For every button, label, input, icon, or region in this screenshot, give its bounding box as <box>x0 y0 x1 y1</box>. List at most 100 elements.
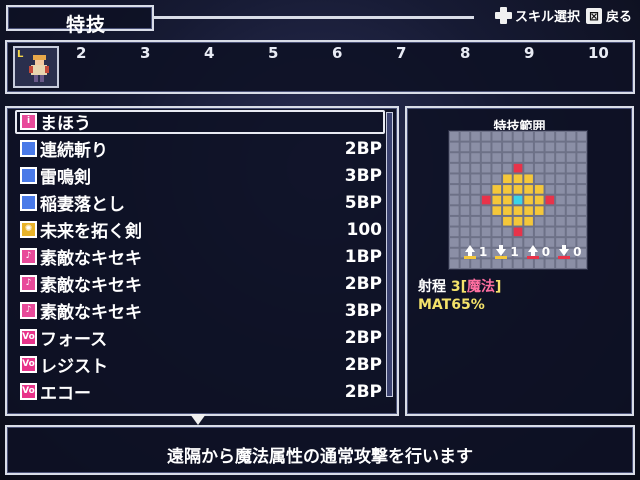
range-cell <box>524 185 533 194</box>
range-cell <box>460 142 470 152</box>
range-cell <box>534 163 544 173</box>
skill-row[interactable]: ♪ 素敵なキセキ 3BP <box>16 297 384 324</box>
skill-name: フォース <box>40 330 108 350</box>
range-cell <box>566 227 576 237</box>
party-slot-4[interactable]: 4 <box>204 44 214 62</box>
voice-icon: Vo <box>20 329 37 346</box>
range-cell <box>513 132 523 141</box>
range-cell <box>481 216 491 226</box>
stat-value: 65% <box>451 297 485 313</box>
range-cell <box>450 227 459 237</box>
range-cell <box>481 195 491 205</box>
range-value: 3 <box>450 279 461 295</box>
skill-row[interactable]: Vo フォース 2BP <box>16 324 384 351</box>
range-cell <box>556 259 565 268</box>
party-slot-3[interactable]: 3 <box>140 44 150 62</box>
range-cell <box>471 142 480 152</box>
skill-row[interactable]: ♪ 素敵なキセキ 2BP <box>16 270 384 297</box>
range-cell <box>513 142 523 152</box>
range-cell <box>513 174 523 184</box>
skill-description: 遠隔から魔法属性の通常攻撃を行います <box>167 447 473 467</box>
range-cell <box>566 259 576 268</box>
range-cell <box>534 216 544 226</box>
range-cell <box>566 132 576 141</box>
yellow-up-arrow-icon <box>464 245 476 259</box>
control-hints: スキル選択 ⊠ 戻る <box>494 6 632 25</box>
skill-row[interactable]: ♪ 素敵なキセキ 1BP <box>16 243 384 270</box>
skill-row[interactable]: Vo エコー 2BP <box>16 378 384 405</box>
party-slot-2[interactable]: 2 <box>76 44 86 62</box>
range-cell <box>513 195 523 205</box>
mat-stat: MAT65% <box>418 297 485 313</box>
range-cell <box>450 153 459 162</box>
range-cell <box>503 153 512 162</box>
range-cell <box>566 206 576 215</box>
range-cell <box>534 185 544 194</box>
party-bar: L 2 3 4 5 6 7 8 9 10 <box>5 40 635 94</box>
skill-name: エコー <box>40 384 91 404</box>
gold-emblem-icon: ✺ <box>20 221 37 238</box>
range-cell <box>460 163 470 173</box>
dpad-icon <box>494 7 512 24</box>
range-cell <box>556 195 565 205</box>
skill-row[interactable]: ⅰ まほう <box>16 108 384 135</box>
skill-row[interactable]: 雷鳴剣 3BP <box>16 162 384 189</box>
range-cell <box>492 163 502 173</box>
party-slot-6[interactable]: 6 <box>332 44 342 62</box>
party-slot-1[interactable]: L <box>13 46 59 88</box>
range-cell <box>503 132 512 141</box>
range-cell <box>481 163 491 173</box>
skill-row[interactable]: 稲妻落とし 5BP <box>16 189 384 216</box>
range-cell <box>471 163 480 173</box>
party-slot-5[interactable]: 5 <box>268 44 278 62</box>
skill-cost: 3BP <box>344 165 382 186</box>
red-down-arrow-icon <box>558 245 571 259</box>
range-cell <box>545 163 555 173</box>
range-cell <box>471 206 480 215</box>
range-cell <box>513 227 523 237</box>
skill-name: 稲妻落とし <box>40 195 125 215</box>
yellow-down-arrow-icon <box>495 245 508 259</box>
skill-row[interactable]: ✺ 未来を拓く剣 100 <box>16 216 384 243</box>
skill-name: 素敵なキセキ <box>40 276 142 296</box>
skill-row[interactable]: Vo レジスト 2BP <box>16 351 384 378</box>
range-cell <box>460 206 470 215</box>
range-cell <box>524 142 533 152</box>
party-slot-7[interactable]: 7 <box>396 44 406 62</box>
range-cell <box>471 174 480 184</box>
range-cell <box>577 259 586 268</box>
title-divider <box>154 16 474 19</box>
range-cell <box>524 206 533 215</box>
range-cell <box>450 216 459 226</box>
leader-badge: L <box>17 49 24 60</box>
range-cell <box>513 153 523 162</box>
skill-select-hint: スキル選択 <box>514 10 580 25</box>
skill-cost: 2BP <box>344 138 382 159</box>
range-cell <box>545 142 555 152</box>
range-cell <box>471 185 480 194</box>
range-cell <box>450 185 459 194</box>
range-cell <box>450 142 459 152</box>
range-cell <box>450 238 459 247</box>
party-slot-9[interactable]: 9 <box>524 44 534 62</box>
skill-cost: 2BP <box>344 327 382 348</box>
range-cell <box>556 206 565 215</box>
range-cell <box>566 185 576 194</box>
range-cell <box>492 185 502 194</box>
page-title: 特技 <box>66 14 107 36</box>
range-cell <box>513 216 523 226</box>
range-cell <box>460 259 470 268</box>
x-button-icon[interactable]: ⊠ <box>585 7 602 24</box>
back-hint[interactable]: 戻る <box>606 6 632 25</box>
skill-cost: 2BP <box>344 381 382 402</box>
range-cell <box>577 185 586 194</box>
skill-cost: 2BP <box>344 354 382 375</box>
party-slot-8[interactable]: 8 <box>460 44 470 62</box>
range-cell <box>556 185 565 194</box>
party-slot-10[interactable]: 10 <box>588 44 609 62</box>
range-cell <box>503 163 512 173</box>
skill-list-scrollbar[interactable] <box>386 112 393 397</box>
range-cell <box>566 216 576 226</box>
skill-row[interactable]: 連続斬り 2BP <box>16 135 384 162</box>
range-cell <box>556 163 565 173</box>
